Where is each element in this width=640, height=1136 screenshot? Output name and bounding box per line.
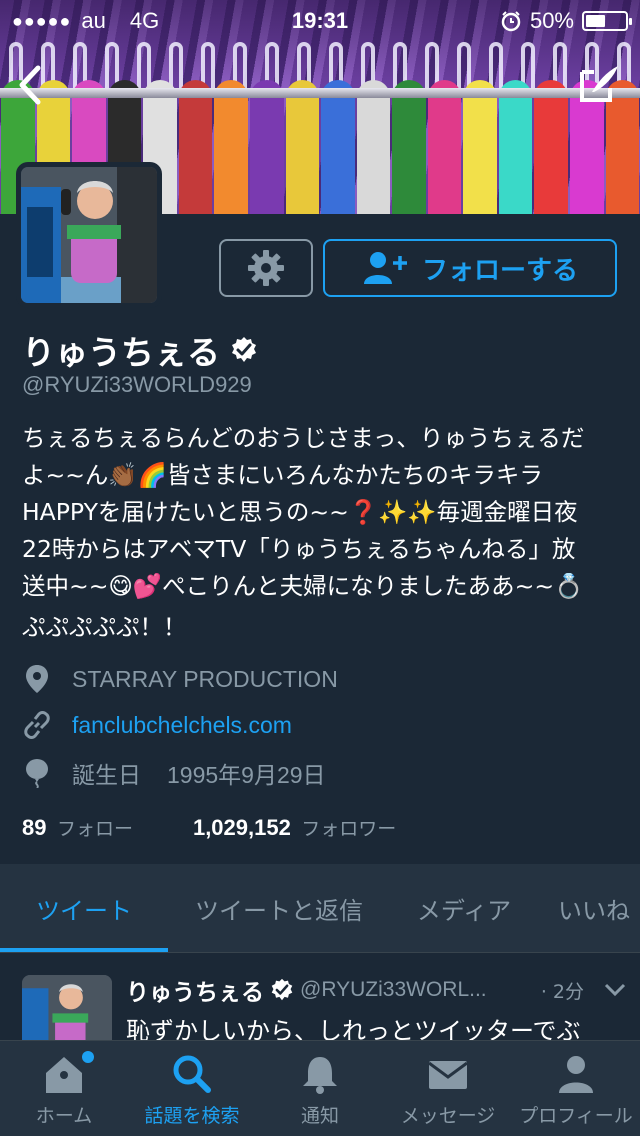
bio-line: 送中~~😋💕ぺこりんと夫婦になりましたああ~~💍 [22, 572, 584, 600]
following-stat[interactable]: 89 フォロー [22, 814, 133, 841]
home-icon [46, 1057, 82, 1093]
website-row: fanclubchelchels.com [22, 710, 292, 740]
follow-button[interactable]: フォローする [323, 239, 617, 297]
followers-stat[interactable]: 1,029,152 フォロワー [193, 814, 396, 841]
follow-stats: 89 フォロー 1,029,152 フォロワー [22, 814, 396, 841]
profile-avatar[interactable] [16, 162, 162, 308]
profile-handle: @RYUZi33WORLD929 [22, 372, 252, 397]
balloon-icon [26, 759, 48, 788]
tweet-author-name: りゅうちぇる [126, 980, 264, 1006]
birthday-label: 誕生日 [72, 762, 141, 788]
chevron-left-icon [19, 65, 41, 105]
back-button[interactable] [10, 60, 50, 110]
following-count: 89 [22, 815, 47, 840]
location-row: STARRAY PRODUCTION [22, 664, 338, 694]
nav-search-label: 話題を検索 [144, 1105, 240, 1127]
tab-tweets[interactable]: ツイート [0, 864, 168, 952]
tab-likes[interactable]: いいね [538, 864, 640, 952]
nav-messages[interactable]: メッセージ [384, 1041, 512, 1136]
profile-settings-button[interactable] [219, 239, 313, 297]
tab-media[interactable]: メディア [390, 864, 538, 952]
nav-search[interactable]: 話題を検索 [128, 1041, 256, 1136]
profile-name-row: りゅうちぇる [22, 326, 258, 374]
tab-tweets-and-replies[interactable]: ツイートと返信 [168, 864, 390, 952]
verified-badge-icon [232, 337, 256, 362]
battery-percent: 50% [529, 8, 574, 33]
follow-button-label: フォローする [421, 255, 578, 286]
home-notification-dot [82, 1051, 94, 1063]
alarm-icon [501, 11, 521, 32]
status-bar: ●●●●● au 4G 19:31 50% [0, 0, 640, 40]
nav-profile[interactable]: プロフィール [512, 1041, 640, 1136]
tweet-header: りゅうちぇる @RYUZi33WORL... · 2分 [126, 973, 626, 1007]
battery-fill [586, 15, 605, 27]
search-icon [173, 1055, 211, 1093]
nav-notifications-label: 通知 [300, 1105, 339, 1127]
followers-count: 1,029,152 [192, 815, 291, 840]
bio-line: ちぇるちぇるらんどのおうじさまっ、りゅうちぇるだ [22, 424, 585, 452]
profile-location: STARRAY PRODUCTION [72, 665, 338, 692]
compose-tweet-button[interactable] [576, 62, 622, 106]
profile-tabs: ツイート ツイートと返信 メディア いいね [0, 864, 640, 952]
nav-messages-label: メッセージ [400, 1105, 496, 1127]
bio-line: ぷぷぷぷぷ！！ [22, 613, 187, 641]
avatar-photo [21, 167, 157, 303]
profile-bio: ちぇるちぇるらんどのおうじさまっ、りゅうちぇるだ よ~~ん👏🏾🌈皆さまにいろんな… [22, 420, 622, 646]
bio-line: 22時からはアベマTV「りゅうちぇるちゃんねる」放 [22, 535, 576, 563]
gear-icon [248, 250, 284, 286]
bio-line: よ~~ん👏🏾🌈皆さまにいろんなかたちのキラキラ [22, 461, 543, 489]
battery-icon [582, 11, 632, 31]
nav-profile-label: プロフィール [519, 1105, 633, 1127]
birthday-row: 誕生日 1995年9月29日 [22, 756, 326, 790]
bell-icon [303, 1057, 337, 1094]
bio-line: HAPPYを届けたいと思うの~~❓✨✨毎週金曜日夜 [22, 498, 578, 526]
followers-label: フォロワー [301, 819, 397, 840]
clothes-rail [0, 88, 640, 98]
nav-home-label: ホーム [35, 1105, 93, 1127]
tweet-item[interactable]: りゅうちぇる @RYUZi33WORL... · 2分 恥ずかしいから、しれっと… [0, 952, 640, 1065]
verified-badge-icon [271, 978, 293, 1001]
envelope-icon [428, 1061, 468, 1089]
profile-website-link[interactable]: fanclubchelchels.com [72, 712, 292, 739]
person-icon [559, 1056, 593, 1093]
birthday-value: 1995年9月29日 [167, 762, 326, 788]
add-user-icon [363, 252, 407, 284]
link-icon [24, 711, 50, 739]
chevron-down-icon[interactable] [604, 983, 626, 997]
profile-name: りゅうちぇる [22, 333, 220, 372]
bottom-nav: ホーム 話題を検索 通知 メッセージ プロフィール [0, 1040, 640, 1136]
nav-home[interactable]: ホーム [0, 1041, 128, 1136]
tweet-timestamp: · 2分 [540, 980, 584, 1003]
nav-notifications[interactable]: 通知 [256, 1041, 384, 1136]
following-label: フォロー [56, 819, 133, 840]
compose-icon [580, 66, 618, 102]
location-pin-icon [26, 665, 48, 693]
tweet-author-handle: @RYUZi33WORL... [300, 978, 487, 1001]
